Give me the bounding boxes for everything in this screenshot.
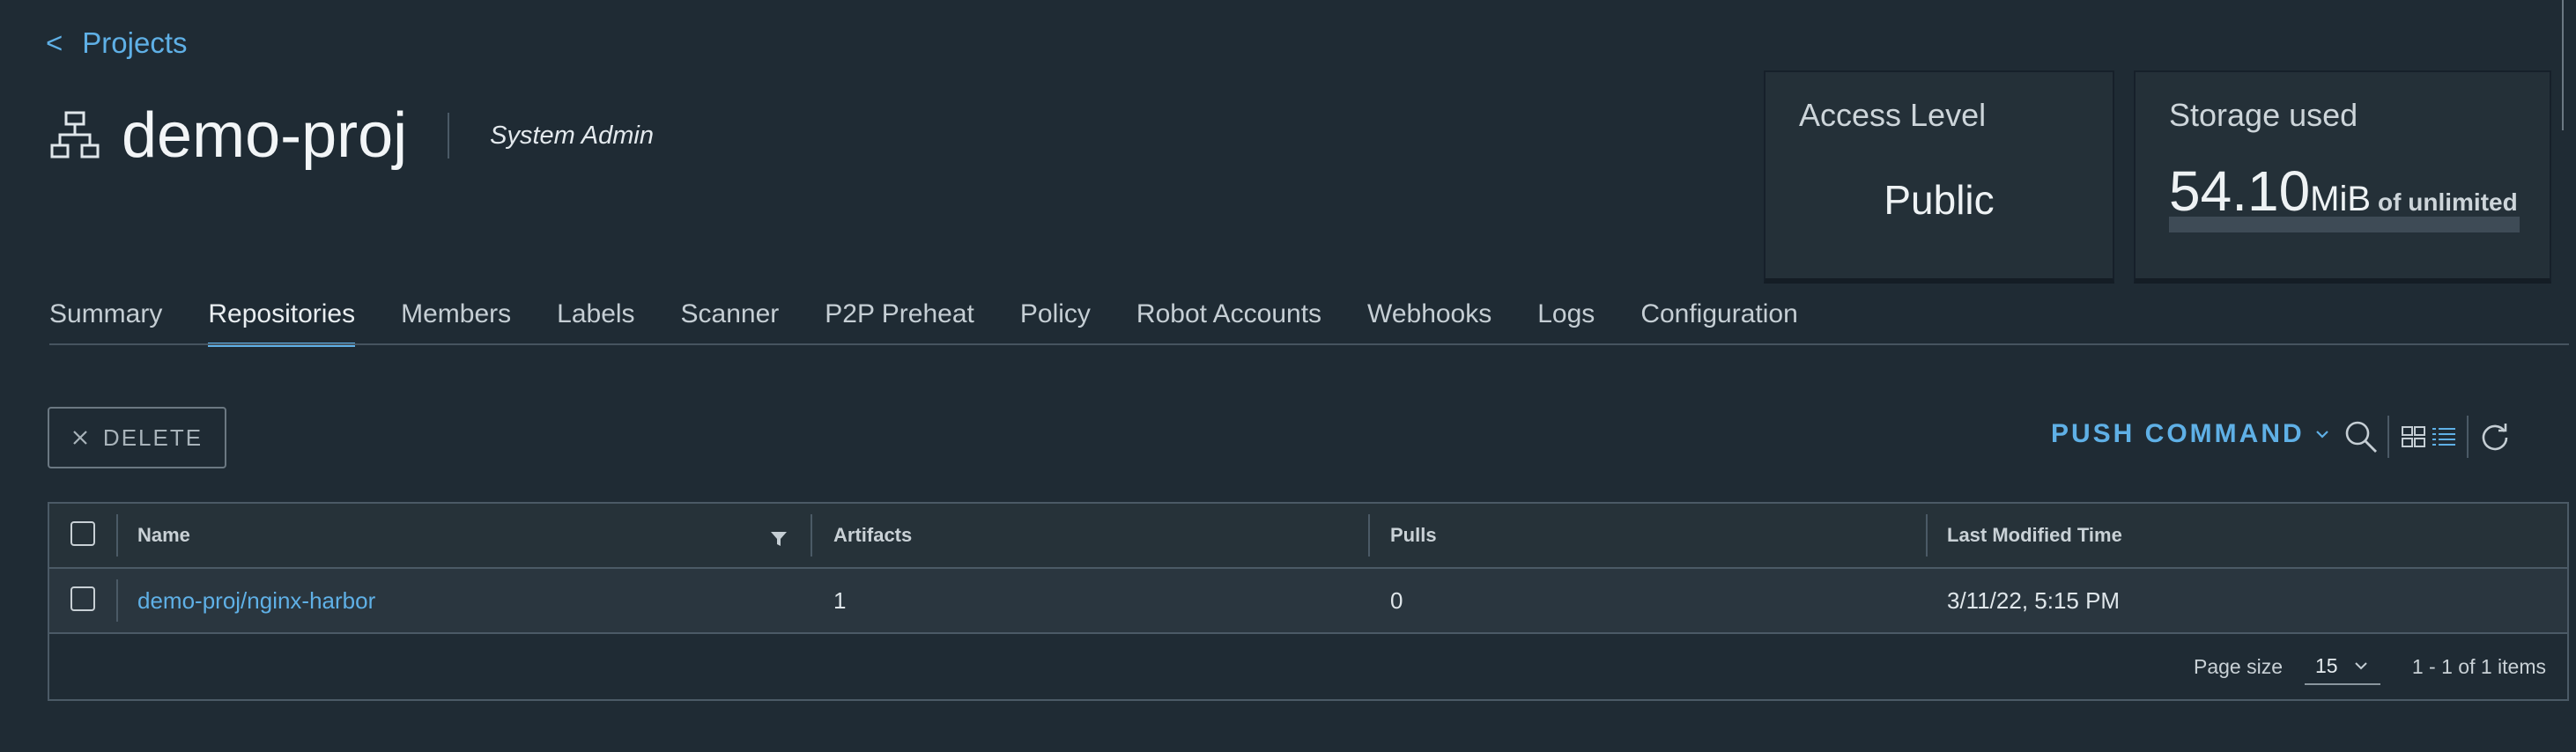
list-view-icon[interactable]	[2432, 426, 2456, 447]
tab-configuration[interactable]: Configuration	[1640, 299, 1797, 342]
tab-members[interactable]: Members	[401, 299, 511, 342]
storage-quota: of unlimited	[2378, 188, 2518, 216]
select-all-checkbox[interactable]	[70, 521, 95, 546]
repository-name-link[interactable]: demo-proj/nginx-harbor	[137, 587, 375, 615]
refresh-icon[interactable]	[2479, 421, 2511, 453]
tab-policy[interactable]: Policy	[1020, 299, 1091, 342]
card-view-icon[interactable]	[2402, 426, 2426, 447]
toolbar-divider	[2387, 416, 2389, 458]
delete-button-label: DELETE	[102, 424, 204, 451]
column-separator	[1368, 514, 1370, 557]
table-row[interactable]: demo-proj/nginx-harbor 1 0 3/11/22, 5:15…	[49, 569, 2567, 634]
column-header-pulls[interactable]: Pulls	[1390, 504, 1437, 567]
page-size-value: 15	[2315, 653, 2338, 677]
title-divider	[448, 113, 450, 159]
tab-p2p-preheat[interactable]: P2P Preheat	[825, 299, 974, 342]
tab-robot-accounts[interactable]: Robot Accounts	[1136, 299, 1321, 342]
table-footer: Page size 15 1 - 1 of 1 items	[49, 634, 2567, 699]
filter-icon[interactable]	[770, 530, 788, 548]
project-tabs: Summary Repositories Members Labels Scanner P…	[49, 299, 1844, 347]
row-checkbox[interactable]	[70, 586, 95, 611]
page-title: demo-proj	[122, 100, 408, 171]
repositories-table: Name Artifacts Pulls Last Modified Time …	[48, 502, 2569, 701]
column-header-last-modified[interactable]: Last Modified Time	[1947, 504, 2122, 567]
close-icon	[73, 431, 87, 445]
column-separator	[116, 514, 118, 557]
column-separator	[811, 514, 812, 557]
table-header: Name Artifacts Pulls Last Modified Time	[49, 504, 2567, 569]
column-separator	[116, 579, 118, 622]
storage-unit: MiB	[2310, 180, 2372, 218]
tab-webhooks[interactable]: Webhooks	[1367, 299, 1492, 342]
toolbar-divider-2	[2467, 416, 2469, 458]
project-hierarchy-icon	[50, 111, 100, 159]
tabs-divider	[49, 343, 2569, 345]
window-edge	[2562, 0, 2576, 130]
storage-used-card: Storage used 54.10MiB of unlimited	[2134, 70, 2551, 284]
back-chevron-icon: <	[46, 26, 63, 59]
column-header-name[interactable]: Name	[137, 504, 190, 567]
storage-amount: 54.10MiB of unlimited	[2169, 159, 2518, 224]
user-role: System Admin	[490, 121, 655, 150]
pagination-summary: 1 - 1 of 1 items	[2411, 654, 2546, 678]
access-level-card: Access Level Public	[1764, 70, 2114, 284]
tab-scanner[interactable]: Scanner	[681, 299, 780, 342]
project-header: demo-proj System Admin	[49, 104, 654, 167]
push-command-dropdown[interactable]: PUSH COMMAND	[2051, 419, 2329, 449]
last-modified-time: 3/11/22, 5:15 PM	[1947, 586, 2121, 614]
access-level-value: Public	[1884, 177, 1995, 223]
chevron-down-icon	[2354, 662, 2367, 670]
storage-progress-bar	[2169, 217, 2520, 232]
artifacts-count: 1	[833, 586, 847, 614]
chevron-down-icon	[2315, 431, 2328, 439]
column-separator	[1926, 514, 1928, 557]
back-to-projects-link[interactable]: < Projects	[46, 26, 188, 60]
tab-labels[interactable]: Labels	[557, 299, 634, 342]
projects-link-label: Projects	[82, 26, 188, 59]
column-header-artifacts[interactable]: Artifacts	[833, 504, 912, 567]
tab-logs[interactable]: Logs	[1537, 299, 1595, 342]
storage-used-label: Storage used	[2169, 97, 2358, 133]
pulls-count: 0	[1390, 586, 1403, 614]
tab-summary[interactable]: Summary	[49, 299, 162, 342]
tab-repositories[interactable]: Repositories	[208, 299, 355, 347]
search-icon[interactable]	[2343, 419, 2379, 454]
access-level-label: Access Level	[1799, 97, 1987, 133]
push-command-label: PUSH COMMAND	[2051, 419, 2305, 448]
page-size-label: Page size	[2194, 654, 2284, 678]
storage-number: 54.10	[2169, 159, 2311, 223]
delete-button[interactable]: DELETE	[48, 407, 226, 468]
page-size-select[interactable]: 15	[2305, 648, 2380, 685]
